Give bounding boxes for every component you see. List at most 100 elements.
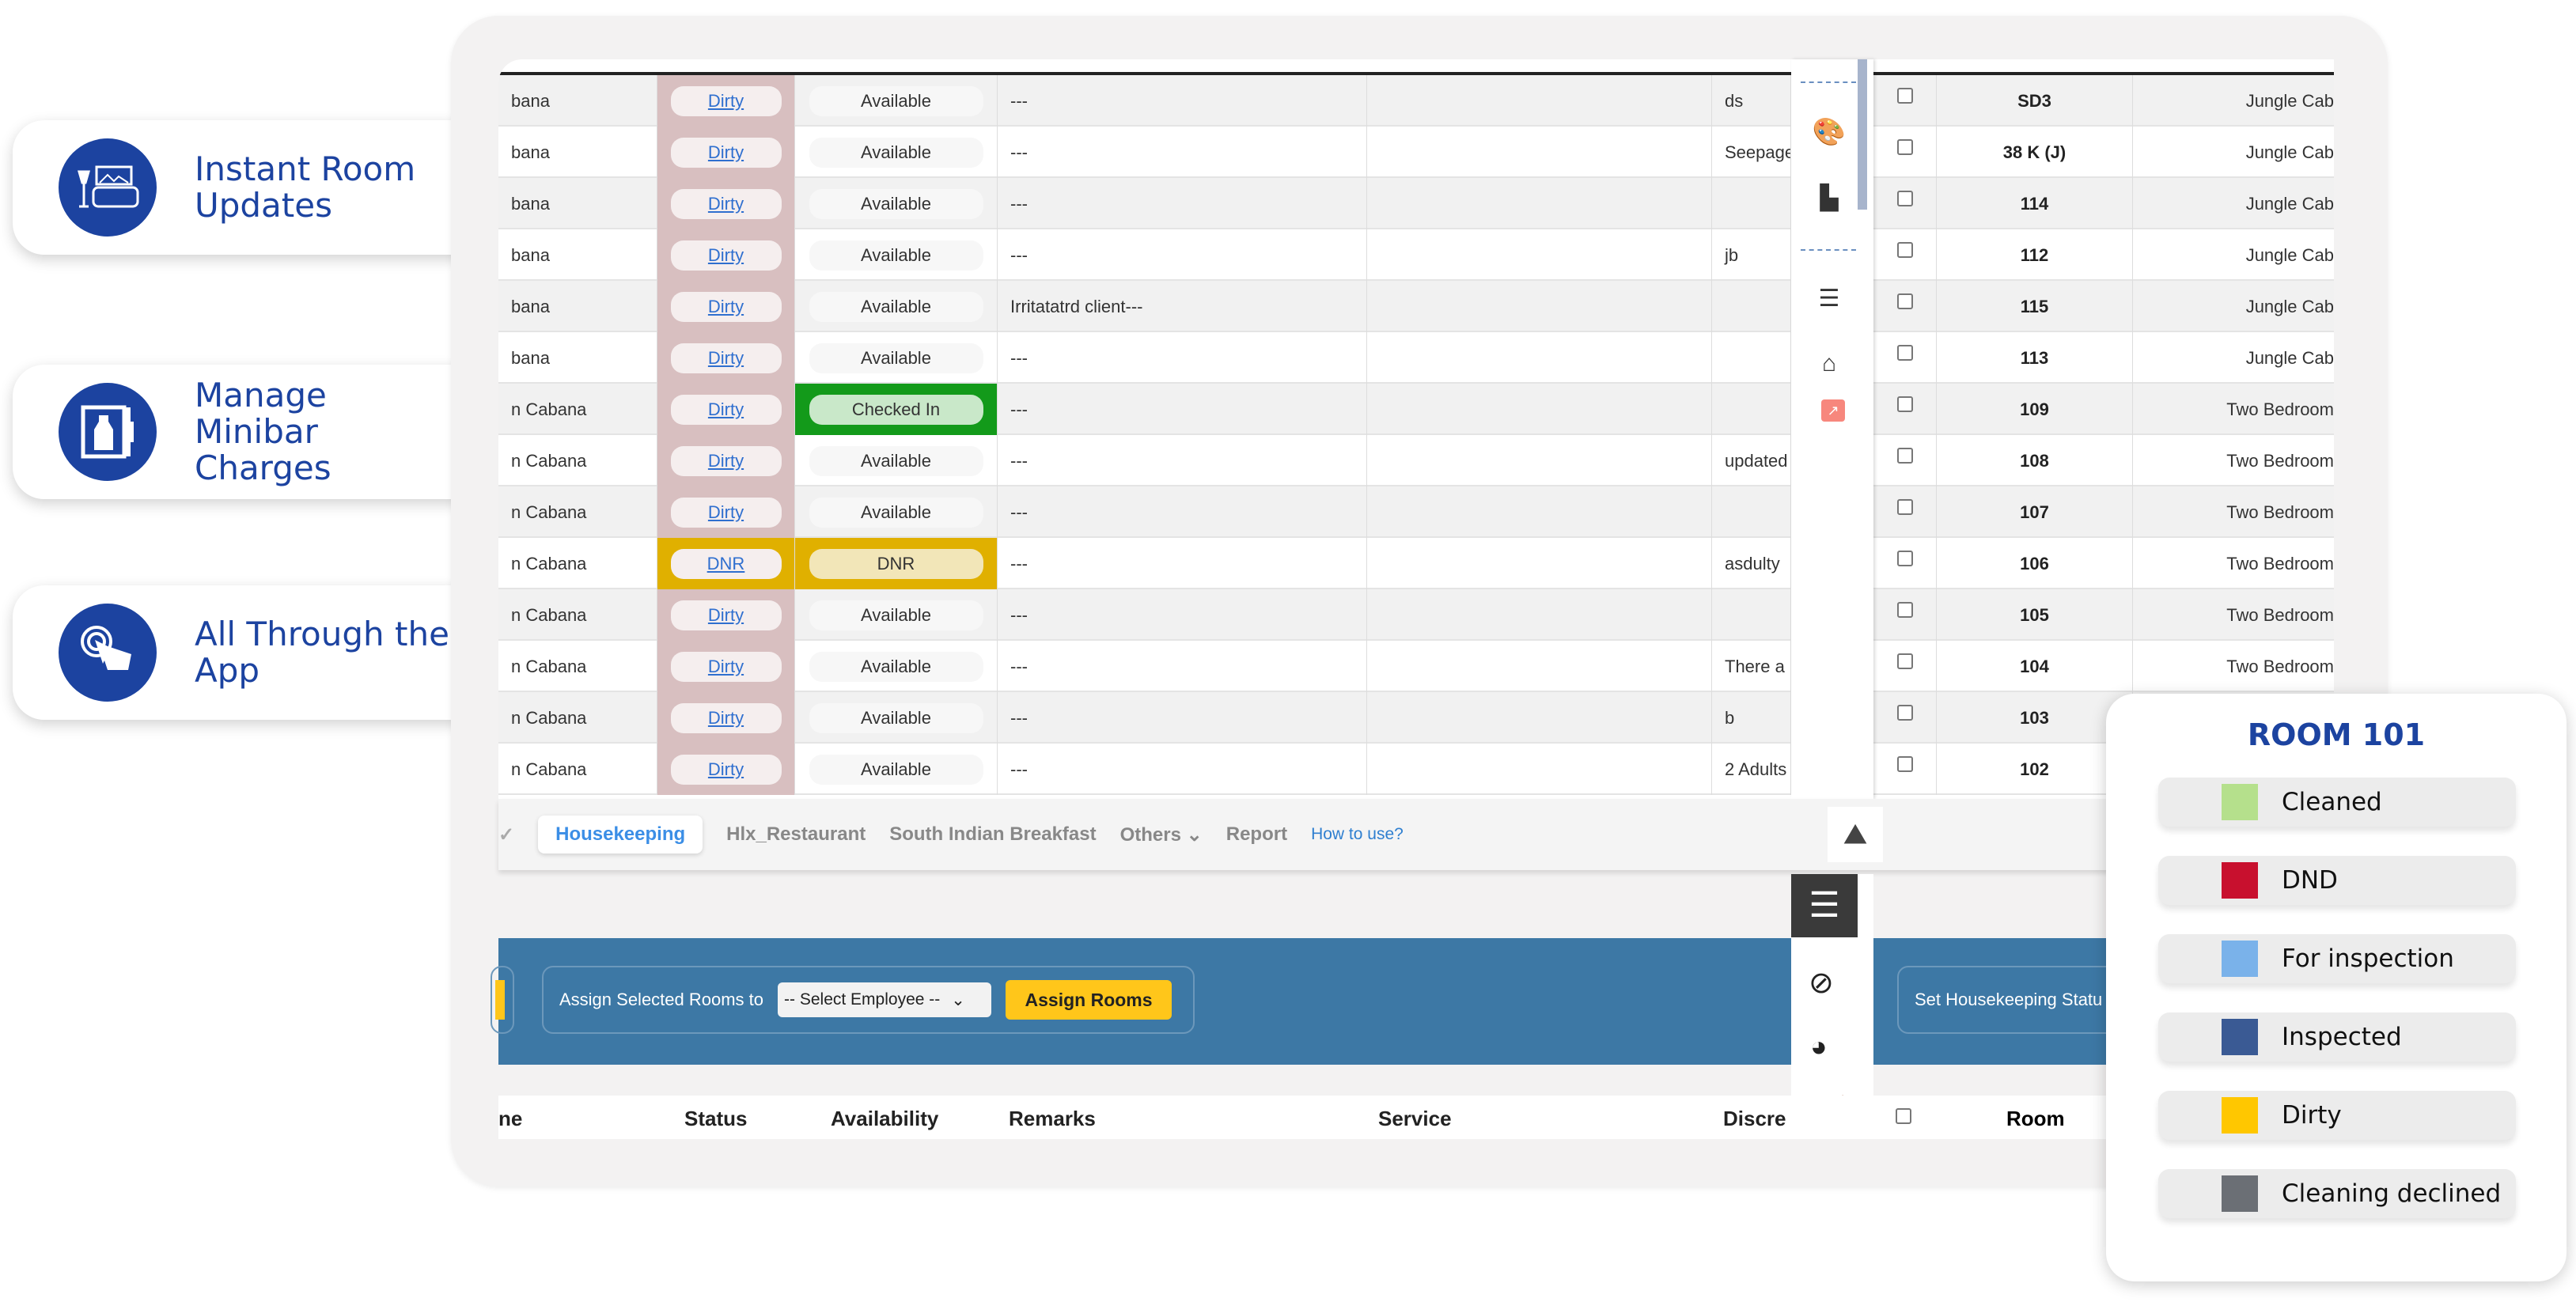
tab-others[interactable]: Others ⌄ [1120, 823, 1203, 846]
scrollbar-thumb[interactable] [1858, 59, 1867, 210]
cell-name: bana [498, 229, 657, 281]
toolbar-bar-right: Set Housekeeping Statu [1873, 938, 2127, 1065]
swatches-icon[interactable]: ▙ [1812, 183, 1847, 214]
row-checkbox[interactable] [1897, 705, 1913, 721]
cell-discrepancy: There a [1712, 641, 1791, 692]
action-button[interactable] [495, 980, 505, 1020]
hamburger-menu-icon[interactable]: ☰ [1791, 874, 1858, 937]
remarks-text: --- [1010, 553, 1028, 573]
tab-report[interactable]: Report [1226, 823, 1287, 846]
table-row-right[interactable]: 108 Two Bedroom [1873, 435, 2334, 486]
select-all-checkbox[interactable] [1896, 1108, 1911, 1124]
pie-chart-icon[interactable]: ◕ [1810, 1030, 1828, 1063]
cell-status: Dirty [657, 692, 795, 744]
color-swatch [2222, 784, 2258, 820]
row-checkbox[interactable] [1897, 551, 1913, 566]
list-icon[interactable]: ☰ [1812, 283, 1847, 315]
table-row-right[interactable]: 109 Two Bedroom [1873, 384, 2334, 435]
chevron-down-icon: ⌄ [1186, 823, 1203, 846]
table-row-right[interactable]: 104 Two Bedroom [1873, 641, 2334, 692]
how-to-use-link[interactable]: How to use? [1311, 825, 1404, 844]
row-checkbox[interactable] [1897, 345, 1913, 361]
table-row-right[interactable]: SD3 Jungle Cab [1873, 75, 2334, 127]
cell-discrepancy [1712, 384, 1791, 435]
status-link[interactable]: Dirty [670, 343, 782, 373]
header-service[interactable]: Service [1378, 1107, 1452, 1131]
row-checkbox[interactable] [1897, 293, 1913, 309]
cell-name: bana [498, 75, 657, 127]
row-checkbox[interactable] [1897, 499, 1913, 515]
cell-remarks: --- [998, 178, 1367, 229]
table-row-right[interactable]: 106 Two Bedroom [1873, 538, 2334, 589]
header-remarks[interactable]: Remarks [1009, 1107, 1096, 1131]
room-type: Jungle Cab [2245, 90, 2334, 111]
name-text: n Cabana [511, 399, 587, 419]
cell-name: n Cabana [498, 744, 657, 795]
cell-remarks: --- [998, 384, 1367, 435]
row-checkbox[interactable] [1897, 191, 1913, 206]
status-link[interactable]: Dirty [670, 702, 782, 733]
row-checkbox[interactable] [1897, 242, 1913, 258]
discrepancy-text: Seepage [1725, 142, 1791, 162]
room-number: 106 [1936, 538, 2133, 589]
assign-rooms-button[interactable]: Assign Rooms [1006, 980, 1172, 1020]
status-link[interactable]: Dirty [670, 600, 782, 630]
cell-discrepancy [1712, 589, 1791, 641]
status-link[interactable]: Dirty [670, 651, 782, 682]
cell-discrepancy: updated [1712, 435, 1791, 486]
status-link[interactable]: Dirty [670, 754, 782, 785]
availability-text: Available [809, 343, 983, 373]
table-row-right[interactable]: 113 Jungle Cab [1873, 332, 2334, 384]
tab-south-indian-breakfast[interactable]: South Indian Breakfast [889, 823, 1096, 846]
status-link[interactable]: Dirty [670, 394, 782, 425]
table-row-right[interactable]: 114 Jungle Cab [1873, 178, 2334, 229]
external-link-icon[interactable]: ↗ [1821, 399, 1845, 422]
module-tabs: ✓ Housekeeping Hlx_Restaurant South Indi… [498, 799, 2334, 870]
row-checkbox[interactable] [1897, 653, 1913, 669]
header-status[interactable]: Status [684, 1107, 747, 1131]
status-link[interactable]: Dirty [670, 497, 782, 528]
status-link[interactable]: Dirty [670, 291, 782, 322]
room-number: 113 [1936, 332, 2133, 384]
status-link[interactable]: Dirty [670, 240, 782, 271]
row-checkbox[interactable] [1897, 139, 1913, 155]
cell-availability: Available [795, 692, 998, 744]
employee-select[interactable]: -- Select Employee -- ⌄ [778, 982, 992, 1017]
availability-text: Available [809, 702, 983, 733]
room-number: 115 [1936, 281, 2133, 332]
status-link[interactable]: Dirty [670, 445, 782, 476]
status-link[interactable]: Dirty [670, 85, 782, 116]
row-checkbox[interactable] [1897, 396, 1913, 412]
cell-name: n Cabana [498, 435, 657, 486]
remarks-text: --- [1010, 450, 1028, 471]
header-discrepancy[interactable]: Discre [1723, 1107, 1786, 1131]
table-row-right[interactable]: 38 K (J) Jungle Cab [1873, 127, 2334, 178]
availability-text: Available [809, 445, 983, 476]
palette-icon[interactable]: 🎨 [1812, 116, 1847, 148]
room-number: 107 [1936, 486, 2133, 538]
table-row-right[interactable]: 112 Jungle Cab [1873, 229, 2334, 281]
table-row-right[interactable]: 107 Two Bedroom [1873, 486, 2334, 538]
status-link[interactable]: Dirty [670, 188, 782, 219]
tab-hlx-restaurant[interactable]: Hlx_Restaurant [726, 823, 866, 846]
tab-housekeeping[interactable]: Housekeeping [538, 816, 703, 853]
block-icon[interactable]: ⊘ [1809, 965, 1834, 1001]
cell-name: n Cabana [498, 384, 657, 435]
room-lamp-bed-icon [59, 138, 157, 237]
header-room[interactable]: Room [2006, 1107, 2065, 1131]
cell-discrepancy [1712, 486, 1791, 538]
status-link[interactable]: DNR [670, 548, 782, 579]
house-check-icon[interactable]: ⌂ [1812, 348, 1847, 380]
cell-discrepancy [1712, 178, 1791, 229]
row-checkbox[interactable] [1897, 448, 1913, 464]
header-name[interactable]: ne [498, 1107, 522, 1131]
table-row-right[interactable]: 105 Two Bedroom [1873, 589, 2334, 641]
check-icon: ✓ [498, 823, 515, 846]
header-availability[interactable]: Availability [831, 1107, 938, 1131]
table-row-right[interactable]: 115 Jungle Cab [1873, 281, 2334, 332]
set-housekeeping-status[interactable]: Set Housekeeping Statu [1897, 966, 2127, 1034]
row-checkbox[interactable] [1897, 602, 1913, 618]
row-checkbox[interactable] [1897, 756, 1913, 772]
row-checkbox[interactable] [1897, 88, 1913, 104]
status-link[interactable]: Dirty [670, 137, 782, 168]
